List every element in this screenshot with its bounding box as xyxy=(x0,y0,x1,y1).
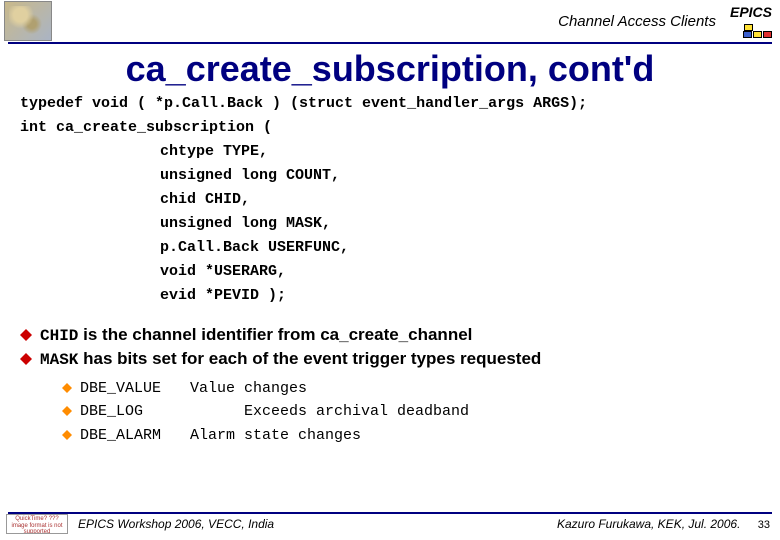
slide-footer: QuickTime? ??? image format is not suppo… xyxy=(0,510,780,540)
bullet-code: CHID xyxy=(40,327,78,345)
code-line: unsigned long MASK, xyxy=(20,212,760,236)
sub-val: Value changes xyxy=(190,377,307,400)
sub-name: DBE_LOG xyxy=(80,400,190,423)
sub-bullets: DBE_VALUE Value changes DBE_LOG Exceeds … xyxy=(62,377,760,447)
footer-right: Kazuro Furukawa, KEK, Jul. 2006. 33 xyxy=(557,517,770,531)
code-line: chtype TYPE, xyxy=(20,140,760,164)
sub-val: Exceeds archival deadband xyxy=(190,400,469,423)
code-block: typedef void ( *p.Call.Back ) (struct ev… xyxy=(20,92,760,308)
slide-title: ca_create_subscription, cont'd xyxy=(0,48,780,90)
sub-val: Alarm state changes xyxy=(190,424,361,447)
slide-header: Channel Access Clients EPICS xyxy=(0,0,780,42)
epics-squares-row2 xyxy=(730,31,772,38)
header-section-title: Channel Access Clients xyxy=(52,13,730,30)
small-diamond-icon xyxy=(62,401,72,411)
code-line: int ca_create_subscription ( xyxy=(20,116,760,140)
bullets: CHID is the channel identifier from ca_c… xyxy=(20,324,760,447)
bullet-row: CHID is the channel identifier from ca_c… xyxy=(20,324,760,348)
code-line: unsigned long COUNT, xyxy=(20,164,760,188)
bullet-row: MASK has bits set for each of the event … xyxy=(20,348,760,372)
code-line: evid *PEVID ); xyxy=(20,284,760,308)
small-diamond-icon xyxy=(62,378,72,388)
sub-row: DBE_ALARM Alarm state changes xyxy=(62,424,760,447)
footer-thumbnail: QuickTime? ??? image format is not suppo… xyxy=(6,514,68,534)
code-line: chid CHID, xyxy=(20,188,760,212)
footer-left: EPICS Workshop 2006, VECC, India xyxy=(78,517,274,531)
bullet-text: is the channel identifier from ca_create… xyxy=(78,325,472,344)
sub-row: DBE_LOG Exceeds archival deadband xyxy=(62,400,760,423)
epics-squares-row1 xyxy=(730,24,772,31)
bullet-text: has bits set for each of the event trigg… xyxy=(78,349,541,368)
header-rule xyxy=(8,42,772,44)
bullet-code: MASK xyxy=(40,351,78,369)
code-line: void *USERARG, xyxy=(20,260,760,284)
sub-name: DBE_ALARM xyxy=(80,424,190,447)
page-number: 33 xyxy=(758,519,770,531)
sub-name: DBE_VALUE xyxy=(80,377,190,400)
code-line: typedef void ( *p.Call.Back ) (struct ev… xyxy=(20,92,760,116)
sub-row: DBE_VALUE Value changes xyxy=(62,377,760,400)
code-line: p.Call.Back USERFUNC, xyxy=(20,236,760,260)
epics-text: EPICS xyxy=(730,4,772,22)
diamond-icon xyxy=(20,323,32,335)
small-diamond-icon xyxy=(62,425,72,435)
diamond-icon xyxy=(20,347,32,359)
epics-brand: EPICS xyxy=(730,4,772,38)
header-logo xyxy=(4,1,52,41)
